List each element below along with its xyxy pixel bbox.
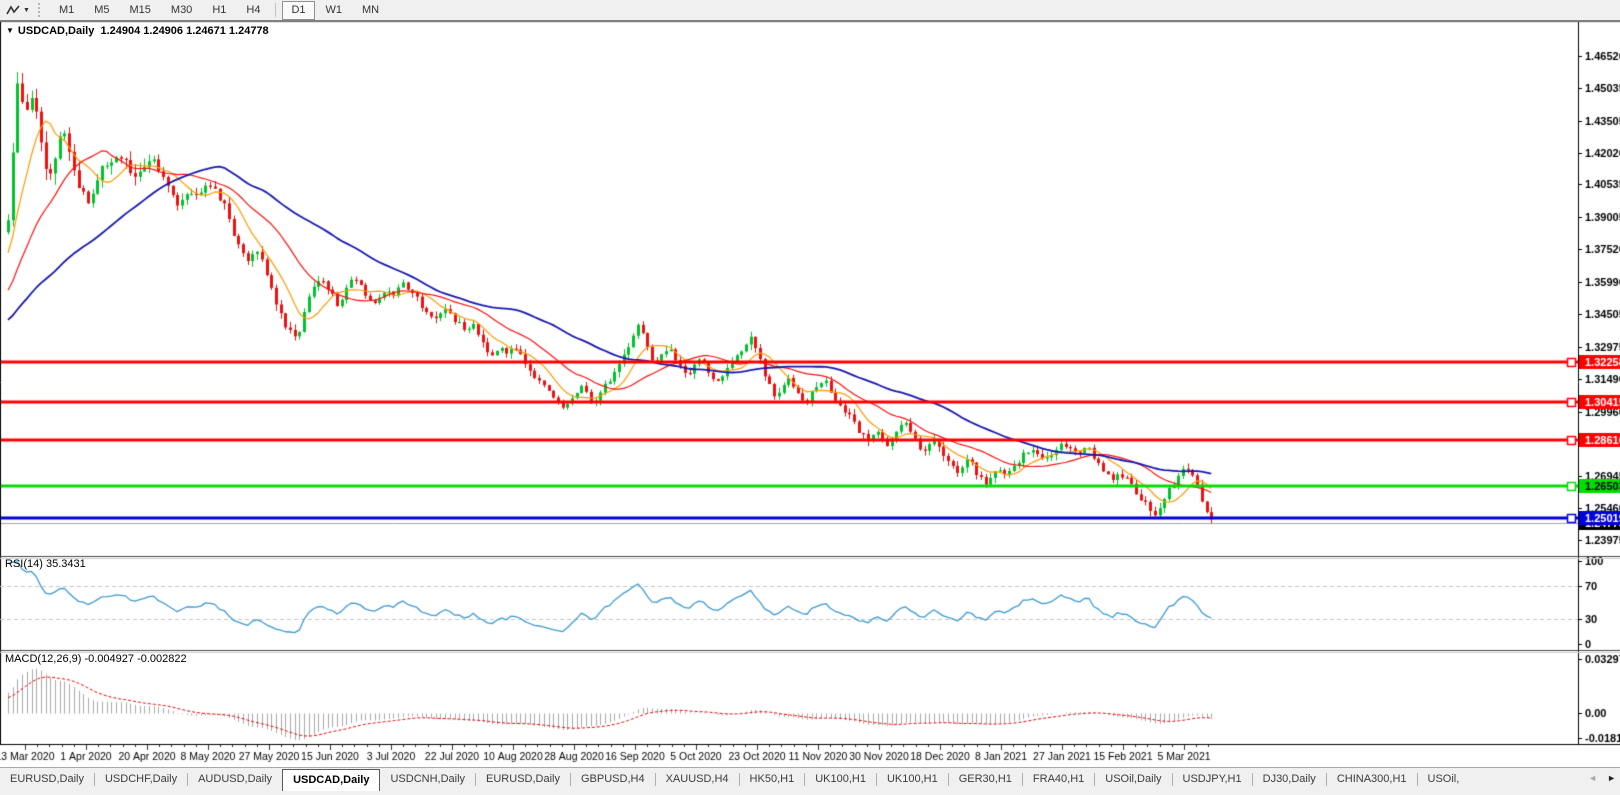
tab-scroll-left-icon[interactable]: ◄: [1588, 773, 1597, 783]
tab-usoil[interactable]: USOil,: [1418, 768, 1470, 790]
tab-scroll-arrows: ◄►: [1588, 773, 1616, 783]
ohlc-values: 1.24904 1.24906 1.24671 1.24778: [100, 25, 268, 37]
timeframe-toolbar: ▼ M1M5M15M30H1H4 D1W1MN: [0, 0, 1620, 22]
tab-xauusd-h4[interactable]: XAUUSD,H4: [656, 768, 739, 790]
toolbar-grip: [38, 3, 43, 17]
timeframe-button-m1[interactable]: M1: [50, 1, 83, 20]
toolbar-separator: [275, 3, 276, 17]
tab-usoil-daily[interactable]: USOil,Daily: [1095, 768, 1171, 790]
symbol-period-label: USDCAD,Daily: [18, 25, 94, 37]
macd-indicator-label: MACD(12,26,9) -0.004927 -0.002822: [5, 653, 187, 665]
tab-usdchf-daily[interactable]: USDCHF,Daily: [95, 768, 187, 790]
timeframe-buttons: M1M5M15M30H1H4 D1W1MN: [49, 1, 389, 20]
timeframe-button-mn[interactable]: MN: [353, 1, 388, 20]
tab-gbpusd-h4[interactable]: GBPUSD,H4: [571, 768, 655, 790]
tab-audusd-daily[interactable]: AUDUSD,Daily: [188, 768, 282, 790]
symbol-tabs: EURUSD,DailyUSDCHF,DailyAUDUSD,DailyUSDC…: [0, 768, 1469, 791]
tab-uk100-h1[interactable]: UK100,H1: [877, 768, 948, 790]
tab-usdcnh-daily[interactable]: USDCNH,Daily: [380, 768, 475, 790]
tab-fra40-h1[interactable]: FRA40,H1: [1023, 768, 1094, 790]
timeframe-button-h1[interactable]: H1: [203, 1, 235, 20]
timeframe-button-d1[interactable]: D1: [282, 1, 314, 20]
chart-title: ▼ USDCAD,Daily 1.24904 1.24906 1.24671 1.…: [6, 25, 269, 37]
tab-hk50-h1[interactable]: HK50,H1: [740, 768, 805, 790]
timeframe-button-h4[interactable]: H4: [237, 1, 269, 20]
timeframe-button-m30[interactable]: M30: [162, 1, 201, 20]
tab-eurusd-daily[interactable]: EURUSD,Daily: [0, 768, 94, 790]
chevron-down-icon[interactable]: ▼: [23, 7, 30, 14]
chart-window: ▼ M1M5M15M30H1H4 D1W1MN ▼ USDCAD,Daily 1.2…: [0, 0, 1620, 794]
rsi-indicator-label: RSI(14) 35.3431: [5, 558, 86, 570]
tab-eurusd-daily[interactable]: EURUSD,Daily: [476, 768, 570, 790]
chart-canvas[interactable]: [0, 0, 1620, 767]
symbol-dropdown-icon[interactable]: ▼: [6, 26, 14, 35]
symbol-tabbar: EURUSD,DailyUSDCHF,DailyAUDUSD,DailyUSDC…: [0, 767, 1620, 795]
tab-usdjpy-h1[interactable]: USDJPY,H1: [1173, 768, 1252, 790]
tab-uk100-h1[interactable]: UK100,H1: [805, 768, 876, 790]
timeframe-button-m5[interactable]: M5: [85, 1, 118, 20]
chart-mode-button[interactable]: ▼: [2, 2, 34, 18]
tab-ger30-h1[interactable]: GER30,H1: [949, 768, 1022, 790]
tab-usdcad-daily[interactable]: USDCAD,Daily: [282, 769, 380, 791]
tab-china300-h1[interactable]: CHINA300,H1: [1327, 768, 1417, 790]
tab-scroll-right-icon[interactable]: ►: [1607, 773, 1616, 783]
timeframe-button-m15[interactable]: M15: [121, 1, 160, 20]
pointer-tool-icon: [6, 4, 21, 17]
timeframe-button-w1[interactable]: W1: [317, 1, 352, 20]
tab-dj30-daily[interactable]: DJ30,Daily: [1253, 768, 1326, 790]
